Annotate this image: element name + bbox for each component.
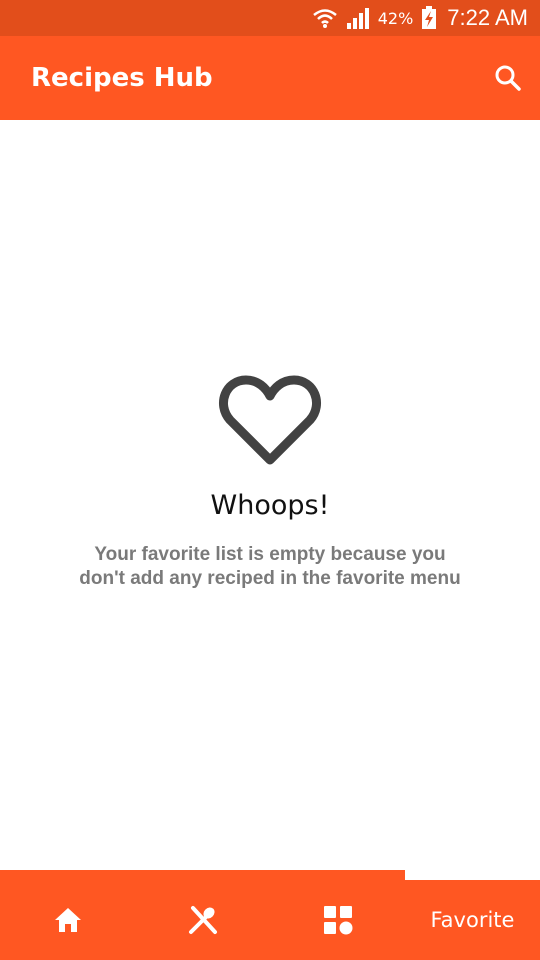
empty-message: Your favorite list is empty because you … xyxy=(79,544,461,589)
search-icon xyxy=(495,65,521,91)
empty-title: Whoops! xyxy=(210,490,330,521)
app-bar: Recipes Hub xyxy=(0,36,540,120)
empty-state: Whoops! Your favorite list is empty beca… xyxy=(0,372,540,591)
status-indicators: 42% 7:22 AM xyxy=(304,0,528,36)
wifi-icon xyxy=(312,9,337,28)
bottom-navigation: Favorite xyxy=(0,870,540,960)
heart-outline-icon xyxy=(219,375,321,465)
battery-charging-icon xyxy=(422,6,437,29)
nav-label-favorite: Favorite xyxy=(430,908,515,932)
signal-icon xyxy=(346,8,369,29)
categories-icon xyxy=(323,906,352,935)
clock: 7:22 AM xyxy=(447,5,528,30)
nav-item-home[interactable] xyxy=(0,880,135,960)
nav-item-categories[interactable] xyxy=(270,880,405,960)
nav-item-favorite[interactable]: Favorite xyxy=(405,880,540,960)
home-icon xyxy=(54,908,81,932)
utensils-icon xyxy=(188,906,217,934)
status-bar: 42% 7:22 AM xyxy=(0,0,540,36)
battery-percent: 42% xyxy=(377,8,414,28)
search-button[interactable] xyxy=(490,60,526,96)
nav-item-recipes[interactable] xyxy=(135,880,270,960)
app-title: Recipes Hub xyxy=(31,63,213,93)
